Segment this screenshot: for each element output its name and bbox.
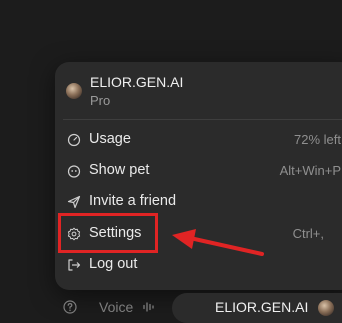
- annotation-arrow: [172, 229, 264, 256]
